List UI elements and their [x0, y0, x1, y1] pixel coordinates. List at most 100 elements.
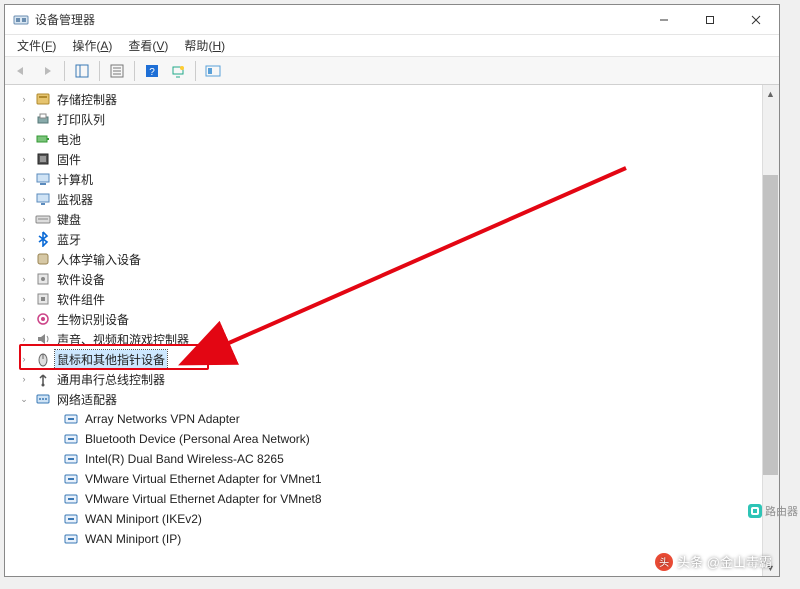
tree-node-usb-controllers[interactable]: › 通用串行总线控制器 — [7, 369, 779, 389]
close-button[interactable] — [733, 5, 779, 34]
expand-icon[interactable]: › — [17, 234, 31, 244]
expand-icon[interactable]: › — [17, 334, 31, 344]
tree-node-bluetooth[interactable]: › 蓝牙 — [7, 229, 779, 249]
tree-node-label: 生物识别设备 — [55, 310, 131, 329]
tree-node-label: WAN Miniport (IKEv2) — [83, 511, 204, 527]
tree-node-hid[interactable]: ›人体学输入设备 — [7, 249, 779, 269]
software-icon — [35, 271, 51, 287]
tree-node-firmware[interactable]: › 固件 — [7, 149, 779, 169]
expand-icon[interactable]: › — [17, 274, 31, 284]
scan-hardware-button[interactable] — [166, 60, 190, 82]
tree-node-child[interactable]: Bluetooth Device (Personal Area Network) — [7, 429, 779, 449]
toutiao-icon: 头 — [655, 553, 673, 571]
expand-icon[interactable]: › — [17, 254, 31, 264]
tree-node-computer[interactable]: › 计算机 — [7, 169, 779, 189]
expand-icon[interactable]: › — [17, 94, 31, 104]
net-adapter-icon — [63, 471, 79, 487]
tree-node-label: VMware Virtual Ethernet Adapter for VMne… — [83, 471, 324, 487]
menu-help[interactable]: 帮助(H) — [178, 35, 231, 56]
collapse-icon[interactable]: ⌄ — [17, 394, 31, 405]
tree-node-label: 通用串行总线控制器 — [55, 370, 167, 389]
tree-node-biometric[interactable]: › 生物识别设备 — [7, 309, 779, 329]
hid-icon — [35, 251, 51, 267]
expand-icon[interactable]: › — [17, 154, 31, 164]
show-hide-tree-button[interactable] — [70, 60, 94, 82]
view-mode-button[interactable] — [201, 60, 225, 82]
tree-node-child[interactable]: VMware Virtual Ethernet Adapter for VMne… — [7, 489, 779, 509]
net-adapter-icon — [63, 511, 79, 527]
tree-node-software-devices[interactable]: ›软件设备 — [7, 269, 779, 289]
audio-icon — [35, 331, 51, 347]
menubar: 文件(F) 操作(A) 查看(V) 帮助(H) — [5, 35, 779, 57]
maximize-button[interactable] — [687, 5, 733, 34]
net-adapter-icon — [63, 451, 79, 467]
tree-node-network-adapters[interactable]: ⌄ 网络适配器 — [7, 389, 779, 409]
tree-node-child[interactable]: WAN Miniport (IP) — [7, 529, 779, 549]
menu-file[interactable]: 文件(F) — [11, 35, 62, 56]
net-adapter-icon — [63, 531, 79, 547]
expand-icon[interactable]: › — [17, 174, 31, 184]
tree-node-label: 监视器 — [55, 190, 95, 209]
tree-node-label: 固件 — [55, 150, 83, 169]
computer-icon — [35, 171, 51, 187]
properties-button[interactable] — [105, 60, 129, 82]
tree-node-label: 电池 — [55, 130, 83, 149]
component-icon — [35, 291, 51, 307]
expand-icon[interactable]: › — [17, 134, 31, 144]
titlebar[interactable]: 设备管理器 — [5, 5, 779, 35]
expand-icon[interactable]: › — [17, 194, 31, 204]
expand-icon[interactable]: › — [17, 354, 31, 364]
tree-node-keyboards[interactable]: ›键盘 — [7, 209, 779, 229]
expand-icon[interactable]: › — [17, 294, 31, 304]
tree-node-label: 打印队列 — [55, 110, 107, 129]
tree-node-software-components[interactable]: › 软件组件 — [7, 289, 779, 309]
forward-button[interactable] — [35, 60, 59, 82]
minimize-button[interactable] — [641, 5, 687, 34]
net-adapter-icon — [63, 411, 79, 427]
tree-node-label: 网络适配器 — [55, 390, 119, 409]
tree-node-label: Intel(R) Dual Band Wireless-AC 8265 — [83, 451, 286, 467]
usb-icon — [35, 371, 51, 387]
back-button[interactable] — [9, 60, 33, 82]
help-button[interactable]: ? — [140, 60, 164, 82]
toolbar-separator — [134, 61, 135, 81]
tree-node-label: Array Networks VPN Adapter — [83, 411, 242, 427]
window-controls — [641, 5, 779, 34]
toolbar: ? — [5, 57, 779, 85]
expand-icon[interactable]: › — [17, 114, 31, 124]
firmware-icon — [35, 151, 51, 167]
tree-node-label: 计算机 — [55, 170, 95, 189]
tree-node-label: VMware Virtual Ethernet Adapter for VMne… — [83, 491, 324, 507]
printer-icon — [35, 111, 51, 127]
menu-view[interactable]: 查看(V) — [122, 35, 174, 56]
scroll-thumb[interactable] — [763, 175, 778, 475]
tree-node-mouse[interactable]: › 鼠标和其他指针设备 — [7, 349, 779, 369]
tree-node-child[interactable]: Array Networks VPN Adapter — [7, 409, 779, 429]
mouse-icon — [35, 351, 51, 367]
net-adapter-icon — [63, 431, 79, 447]
expand-icon[interactable]: › — [17, 314, 31, 324]
toolbar-separator — [195, 61, 196, 81]
tree-node-child[interactable]: WAN Miniport (IKEv2) — [7, 509, 779, 529]
window-title: 设备管理器 — [35, 11, 641, 28]
bluetooth-icon — [35, 231, 51, 247]
menu-action[interactable]: 操作(A) — [66, 35, 118, 56]
tree-node-monitors[interactable]: › 监视器 — [7, 189, 779, 209]
tree-node-label: 鼠标和其他指针设备 — [55, 350, 167, 369]
tree-node-label: 蓝牙 — [55, 230, 83, 249]
expand-icon[interactable]: › — [17, 214, 31, 224]
expand-icon[interactable]: › — [17, 374, 31, 384]
tree-node-storage-controllers[interactable]: ›存储控制器 — [7, 89, 779, 109]
tree-node-label: 软件组件 — [55, 290, 107, 309]
tree-node-child[interactable]: Intel(R) Dual Band Wireless-AC 8265 — [7, 449, 779, 469]
router-icon — [748, 504, 762, 518]
tree-node-label: 声音、视频和游戏控制器 — [55, 330, 191, 349]
tree-node-child[interactable]: VMware Virtual Ethernet Adapter for VMne… — [7, 469, 779, 489]
tree-node-batteries[interactable]: › 电池 — [7, 129, 779, 149]
toolbar-separator — [64, 61, 65, 81]
tree-node-print-queues[interactable]: › 打印队列 — [7, 109, 779, 129]
device-tree[interactable]: ›存储控制器›打印队列›电池›固件›计算机›监视器›键盘›蓝牙›人体学输入设备›… — [5, 85, 779, 576]
tree-node-sound-video-game[interactable]: › 声音、视频和游戏控制器 — [7, 329, 779, 349]
scroll-up-arrow[interactable]: ▲ — [762, 85, 779, 102]
toolbar-separator — [99, 61, 100, 81]
